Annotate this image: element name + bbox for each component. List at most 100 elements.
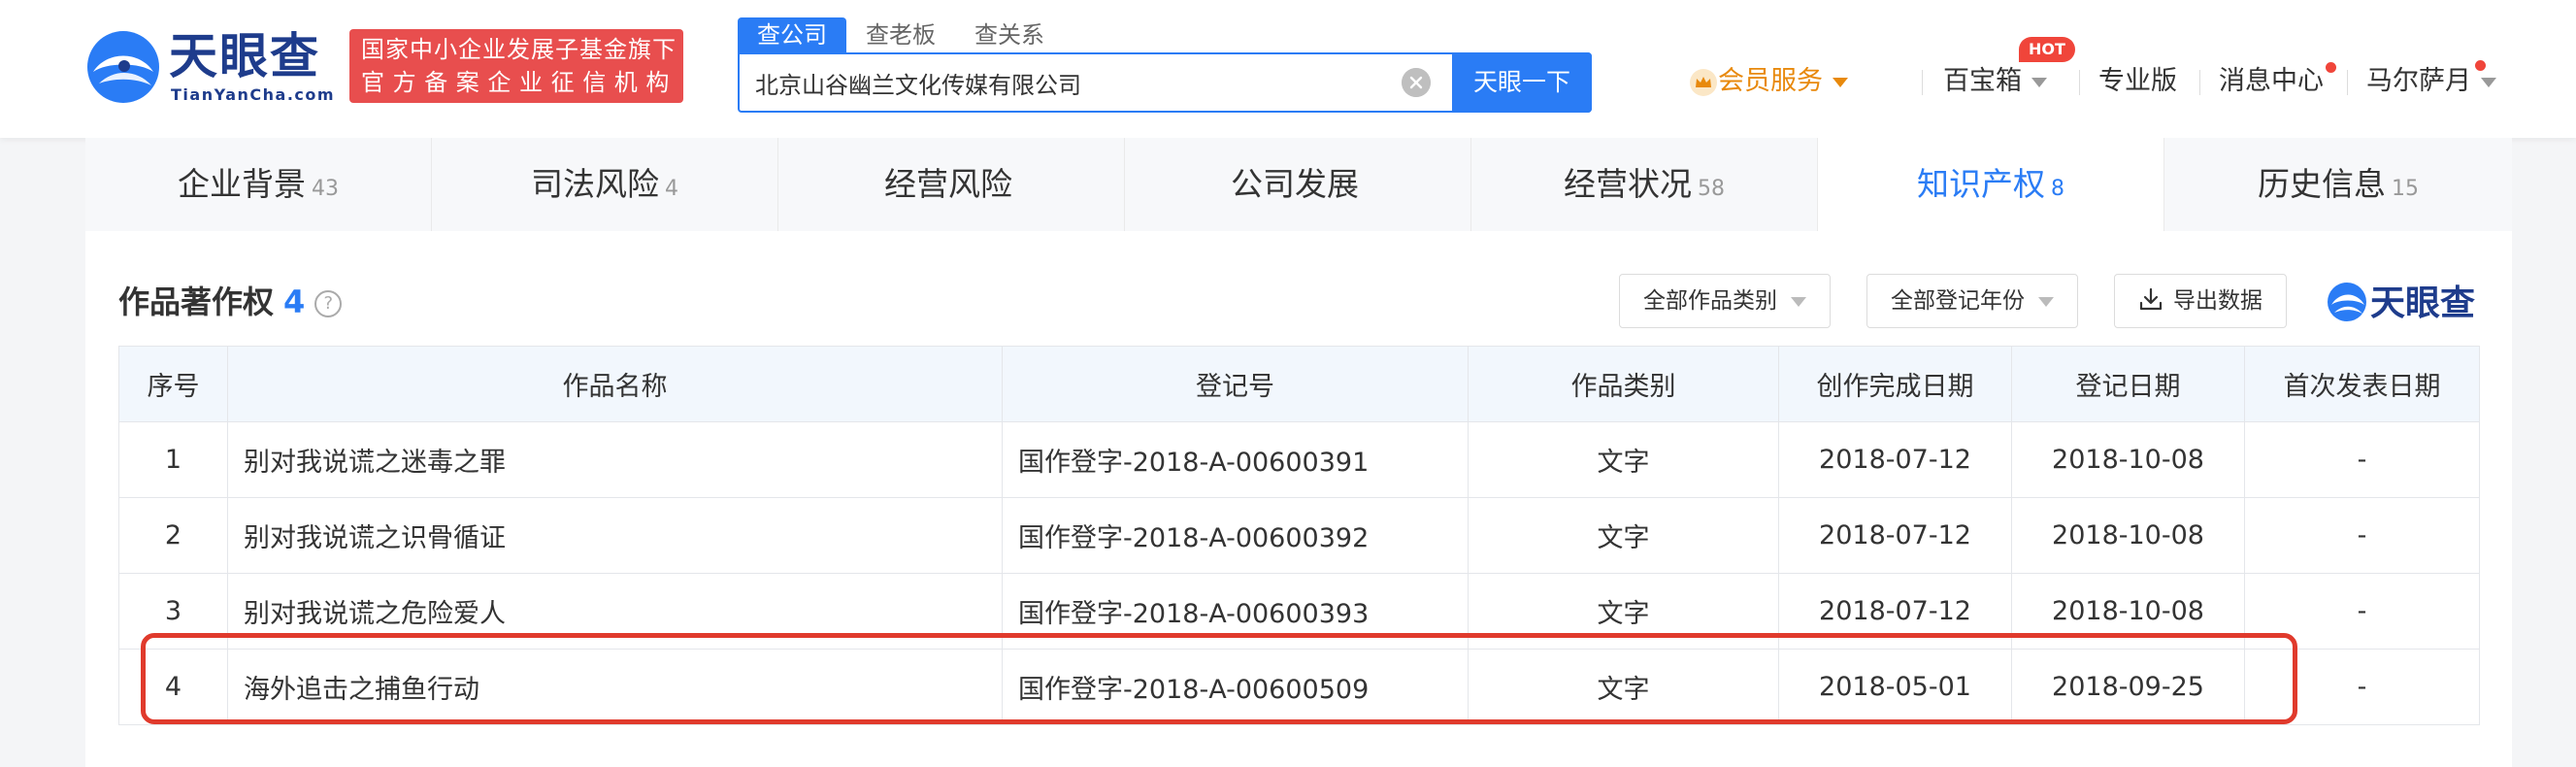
cell-reg-number: 国作登字-2018-A-00600391 — [1002, 421, 1469, 498]
pro-version-link[interactable]: 专业版 — [2098, 62, 2177, 101]
download-icon — [2139, 287, 2163, 311]
cell-work-name[interactable]: 海外追击之捕鱼行动 — [227, 649, 1003, 725]
cell-index: 2 — [118, 497, 228, 574]
tab-company-development[interactable]: 公司发展 — [1125, 138, 1471, 231]
tab-operation-risk[interactable]: 经营风险 — [778, 138, 1125, 231]
notification-dot — [2326, 62, 2336, 73]
nav-divider — [2347, 70, 2348, 95]
chevron-down-icon — [2031, 77, 2047, 87]
tab-label: 经营状况 — [1564, 165, 1692, 203]
cell-publish-date: - — [2244, 497, 2480, 574]
cell-reg-date: 2018-10-08 — [2011, 573, 2245, 650]
tab-label: 历史信息 — [2258, 165, 2386, 203]
col-header-work-name: 作品名称 — [227, 346, 1003, 422]
cell-publish-date: - — [2244, 421, 2480, 498]
logo-text: 天眼查 — [169, 28, 320, 84]
copyright-table: 序号 作品名称 登记号 作品类别 创作完成日期 登记日期 首次发表日期 1 别对… — [118, 346, 2480, 725]
tab-enterprise-background[interactable]: 企业背景 43 — [85, 138, 432, 231]
tab-judicial-risk[interactable]: 司法风险 4 — [432, 138, 778, 231]
chevron-down-icon — [1791, 296, 1806, 307]
table-row: 2 别对我说谎之识骨循证 国作登字-2018-A-00600392 文字 201… — [118, 497, 2480, 574]
tab-label: 经营风险 — [884, 165, 1012, 203]
cell-creation-date: 2018-07-12 — [1778, 573, 2012, 650]
search-input[interactable] — [755, 54, 1512, 111]
search-button[interactable]: 天眼一下 — [1452, 52, 1592, 113]
vip-service-menu[interactable]: 会员服务 — [1690, 62, 1848, 101]
tab-count: 58 — [1698, 177, 1725, 201]
tab-count: 4 — [665, 177, 678, 201]
clear-icon[interactable] — [1402, 68, 1431, 97]
cell-work-type: 文字 — [1468, 421, 1779, 498]
slogan-line-2: 官方备案企业征信机构 — [361, 69, 677, 96]
tab-count: 15 — [2392, 177, 2419, 201]
col-header-reg-number: 登记号 — [1002, 346, 1469, 422]
slogan-badge: 国家中小企业发展子基金旗下 官方备案企业征信机构 — [349, 29, 683, 103]
chevron-down-icon — [2481, 77, 2496, 87]
cell-publish-date: - — [2244, 573, 2480, 650]
eye-logo-icon — [87, 31, 159, 103]
nav-divider — [2199, 70, 2200, 95]
search-tab-boss[interactable]: 查老板 — [846, 17, 955, 52]
cell-work-name[interactable]: 别对我说谎之识骨循证 — [227, 497, 1003, 574]
category-filter-dropdown[interactable]: 全部作品类别 — [1619, 274, 1831, 328]
year-filter-label: 全部登记年份 — [1891, 288, 2025, 314]
export-label: 导出数据 — [2173, 288, 2262, 314]
cell-reg-number: 国作登字-2018-A-00600392 — [1002, 497, 1469, 574]
cell-work-type: 文字 — [1468, 497, 1779, 574]
tab-count: 8 — [2051, 177, 2064, 201]
cell-work-type: 文字 — [1468, 573, 1779, 650]
cell-work-name[interactable]: 别对我说谎之迷毒之罪 — [227, 421, 1003, 498]
cell-work-name[interactable]: 别对我说谎之危险爱人 — [227, 573, 1003, 650]
content-panel: 企业背景 43 司法风险 4 经营风险 公司发展 经营状况 58 知识产权 8 历史信息… — [85, 138, 2512, 767]
vip-label: 会员服务 — [1718, 66, 1823, 96]
tab-intellectual-property[interactable]: 知识产权 8 — [1818, 138, 2164, 231]
hot-badge: HOT — [2019, 37, 2075, 62]
export-data-button[interactable]: 导出数据 — [2114, 274, 2287, 328]
search-box: 天眼一下 — [738, 52, 1592, 113]
table-header-row: 序号 作品名称 登记号 作品类别 创作完成日期 登记日期 首次发表日期 — [118, 346, 2480, 422]
section-count: 4 — [283, 283, 306, 320]
search-tabs: 查公司 查老板 查关系 — [738, 17, 1064, 52]
top-header: 天眼查 TianYanCha.com 国家中小企业发展子基金旗下 官方备案企业征… — [0, 0, 2576, 138]
table-row: 1 别对我说谎之迷毒之罪 国作登字-2018-A-00600391 文字 201… — [118, 421, 2480, 498]
company-tabs: 企业背景 43 司法风险 4 经营风险 公司发展 经营状况 58 知识产权 8 历史信息… — [85, 138, 2512, 231]
logo-domain: TianYanCha.com — [171, 85, 336, 104]
table-row: 3 别对我说谎之危险爱人 国作登字-2018-A-00600393 文字 201… — [118, 573, 2480, 650]
user-name: 马尔萨月 — [2366, 66, 2471, 96]
col-header-reg-date: 登记日期 — [2011, 346, 2245, 422]
cell-creation-date: 2018-07-12 — [1778, 497, 2012, 574]
toolbox-label: 百宝箱 — [1943, 66, 2022, 96]
col-header-index: 序号 — [118, 346, 228, 422]
toolbox-menu[interactable]: 百宝箱 — [1943, 62, 2047, 101]
cell-index: 1 — [118, 421, 228, 498]
slogan-line-1: 国家中小企业发展子基金旗下 — [361, 36, 677, 63]
tianyancha-watermark-logo: 天眼查 — [2328, 283, 2475, 323]
cell-publish-date: - — [2244, 649, 2480, 725]
cell-creation-date: 2018-05-01 — [1778, 649, 2012, 725]
col-header-work-type: 作品类别 — [1468, 346, 1779, 422]
cell-creation-date: 2018-07-12 — [1778, 421, 2012, 498]
tab-label: 知识产权 — [1917, 165, 2045, 203]
help-icon[interactable]: ? — [314, 290, 343, 317]
nav-divider — [2079, 70, 2080, 95]
cell-reg-date: 2018-10-08 — [2011, 421, 2245, 498]
tab-label: 公司发展 — [1231, 165, 1359, 203]
search-tab-relation[interactable]: 查关系 — [955, 17, 1064, 52]
notification-dot — [2475, 60, 2486, 71]
table-row: 4 海外追击之捕鱼行动 国作登字-2018-A-00600509 文字 2018… — [118, 649, 2480, 725]
year-filter-dropdown[interactable]: 全部登记年份 — [1866, 274, 2078, 328]
col-header-publish-date: 首次发表日期 — [2244, 346, 2480, 422]
site-logo[interactable]: 天眼查 TianYanCha.com — [85, 27, 334, 105]
search-tab-company[interactable]: 查公司 — [738, 17, 846, 52]
chevron-down-icon — [2038, 296, 2054, 307]
message-center-link[interactable]: 消息中心 — [2219, 62, 2324, 101]
cell-reg-number: 国作登字-2018-A-00600393 — [1002, 573, 1469, 650]
tab-label: 司法风险 — [531, 165, 659, 203]
col-header-creation-date: 创作完成日期 — [1778, 346, 2012, 422]
cell-reg-number: 国作登字-2018-A-00600509 — [1002, 649, 1469, 725]
tab-history[interactable]: 历史信息 15 — [2164, 138, 2512, 231]
nav-divider — [1922, 70, 1923, 95]
section-title-text: 作品著作权 — [118, 283, 275, 320]
tab-operation-status[interactable]: 经营状况 58 — [1471, 138, 1818, 231]
cell-work-type: 文字 — [1468, 649, 1779, 725]
